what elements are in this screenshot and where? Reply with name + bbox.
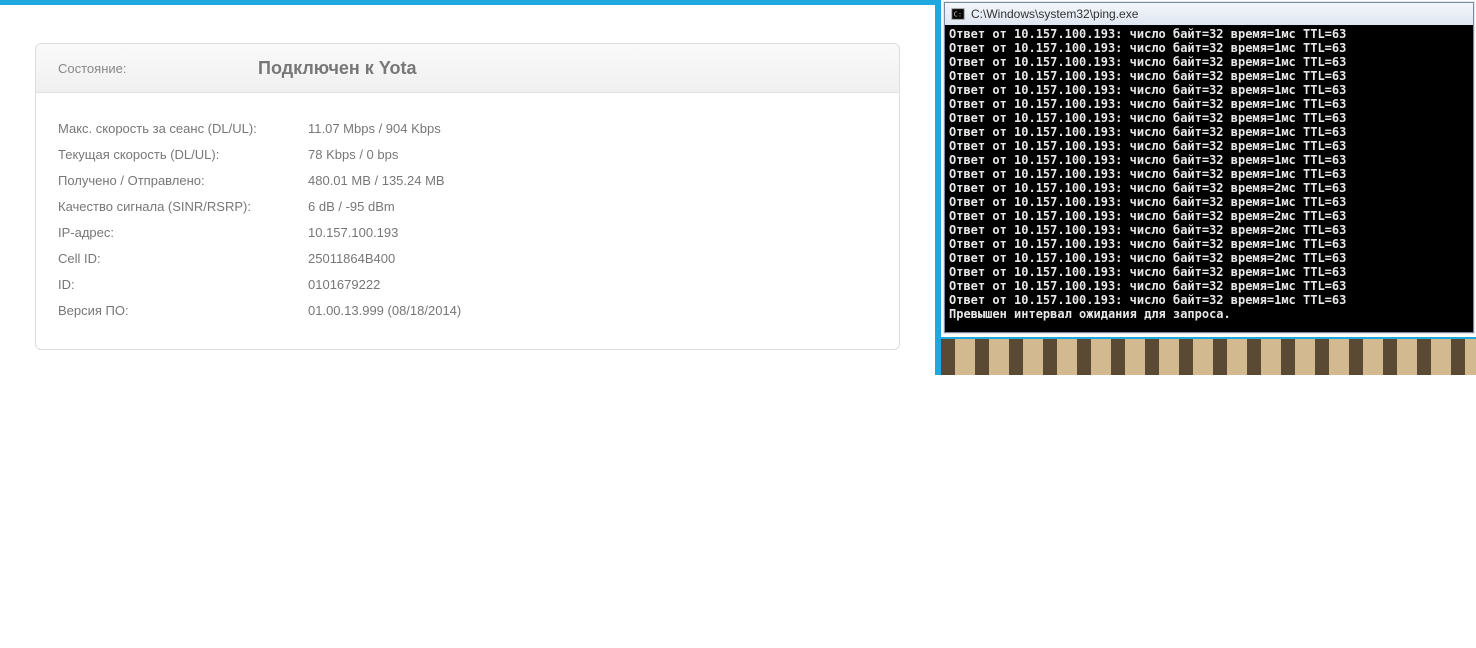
status-row: Cell ID:25011864B400	[58, 245, 877, 271]
cmd-title: C:\Windows\system32\ping.exe	[971, 7, 1138, 21]
cmd-line: Ответ от 10.157.100.193: число байт=32 в…	[949, 55, 1469, 69]
cmd-line: Ответ от 10.157.100.193: число байт=32 в…	[949, 251, 1469, 265]
cmd-output[interactable]: Ответ от 10.157.100.193: число байт=32 в…	[945, 25, 1473, 332]
status-row-label: Версия ПО:	[58, 303, 308, 318]
cmd-line: Ответ от 10.157.100.193: число байт=32 в…	[949, 167, 1469, 181]
status-row-label: IP-адрес:	[58, 225, 308, 240]
status-row-value: 25011864B400	[308, 251, 877, 266]
svg-text:C:: C:	[954, 11, 962, 19]
state-value: Подключен к Yota	[258, 58, 877, 79]
cmd-line: Ответ от 10.157.100.193: число байт=32 в…	[949, 209, 1469, 223]
cmd-line: Ответ от 10.157.100.193: число байт=32 в…	[949, 111, 1469, 125]
cmd-line: Ответ от 10.157.100.193: число байт=32 в…	[949, 195, 1469, 209]
cmd-line: Превышен интервал ожидания для запроса.	[949, 307, 1469, 321]
cmd-line: Ответ от 10.157.100.193: число байт=32 в…	[949, 293, 1469, 307]
status-row-label: ID:	[58, 277, 308, 292]
status-row-value: 01.00.13.999 (08/18/2014)	[308, 303, 877, 318]
state-label: Состояние:	[58, 61, 258, 76]
cmd-line: Ответ от 10.157.100.193: число байт=32 в…	[949, 139, 1469, 153]
status-row-label: Качество сигнала (SINR/RSRP):	[58, 199, 308, 214]
cmd-line: Ответ от 10.157.100.193: число байт=32 в…	[949, 83, 1469, 97]
cmd-line: Ответ от 10.157.100.193: число байт=32 в…	[949, 181, 1469, 195]
status-row: ID:0101679222	[58, 271, 877, 297]
status-row-label: Текущая скорость (DL/UL):	[58, 147, 308, 162]
status-panel-body: Макс. скорость за сеанс (DL/UL):11.07 Mb…	[36, 93, 899, 349]
cmd-line: Ответ от 10.157.100.193: число байт=32 в…	[949, 153, 1469, 167]
status-row-value: 11.07 Mbps / 904 Kbps	[308, 121, 877, 136]
cmd-window[interactable]: C: C:\Windows\system32\ping.exe Ответ от…	[944, 2, 1474, 333]
status-row-value: 0101679222	[308, 277, 877, 292]
cmd-line: Ответ от 10.157.100.193: число байт=32 в…	[949, 223, 1469, 237]
status-row-value: 6 dB / -95 dBm	[308, 199, 877, 214]
cmd-line: Ответ от 10.157.100.193: число байт=32 в…	[949, 125, 1469, 139]
cmd-line: Ответ от 10.157.100.193: число байт=32 в…	[949, 41, 1469, 55]
status-row: Версия ПО:01.00.13.999 (08/18/2014)	[58, 297, 877, 323]
cmd-line: Ответ от 10.157.100.193: число байт=32 в…	[949, 97, 1469, 111]
status-row-label: Получено / Отправлено:	[58, 173, 308, 188]
cmd-line: Ответ от 10.157.100.193: число байт=32 в…	[949, 69, 1469, 83]
status-row-label: Макс. скорость за сеанс (DL/UL):	[58, 121, 308, 136]
cmd-line: Ответ от 10.157.100.193: число байт=32 в…	[949, 237, 1469, 251]
status-row: Получено / Отправлено:480.01 MB / 135.24…	[58, 167, 877, 193]
cmd-app-icon: C:	[951, 7, 965, 21]
status-row-value: 480.01 MB / 135.24 MB	[308, 173, 877, 188]
status-row-value: 10.157.100.193	[308, 225, 877, 240]
cmd-titlebar[interactable]: C: C:\Windows\system32\ping.exe	[945, 3, 1473, 25]
status-row: Качество сигнала (SINR/RSRP):6 dB / -95 …	[58, 193, 877, 219]
status-row-label: Cell ID:	[58, 251, 308, 266]
status-row: Текущая скорость (DL/UL):78 Kbps / 0 bps	[58, 141, 877, 167]
cmd-line: Ответ от 10.157.100.193: число байт=32 в…	[949, 279, 1469, 293]
modem-status-page: Состояние: Подключен к Yota Макс. скорос…	[0, 0, 935, 648]
status-row: IP-адрес:10.157.100.193	[58, 219, 877, 245]
status-row-value: 78 Kbps / 0 bps	[308, 147, 877, 162]
cmd-line: Ответ от 10.157.100.193: число байт=32 в…	[949, 265, 1469, 279]
status-row: Макс. скорость за сеанс (DL/UL):11.07 Mb…	[58, 115, 877, 141]
status-panel: Состояние: Подключен к Yota Макс. скорос…	[35, 43, 900, 350]
cmd-line: Ответ от 10.157.100.193: число байт=32 в…	[949, 27, 1469, 41]
status-panel-header: Состояние: Подключен к Yota	[36, 44, 899, 93]
desktop-wallpaper-strip	[941, 337, 1476, 375]
